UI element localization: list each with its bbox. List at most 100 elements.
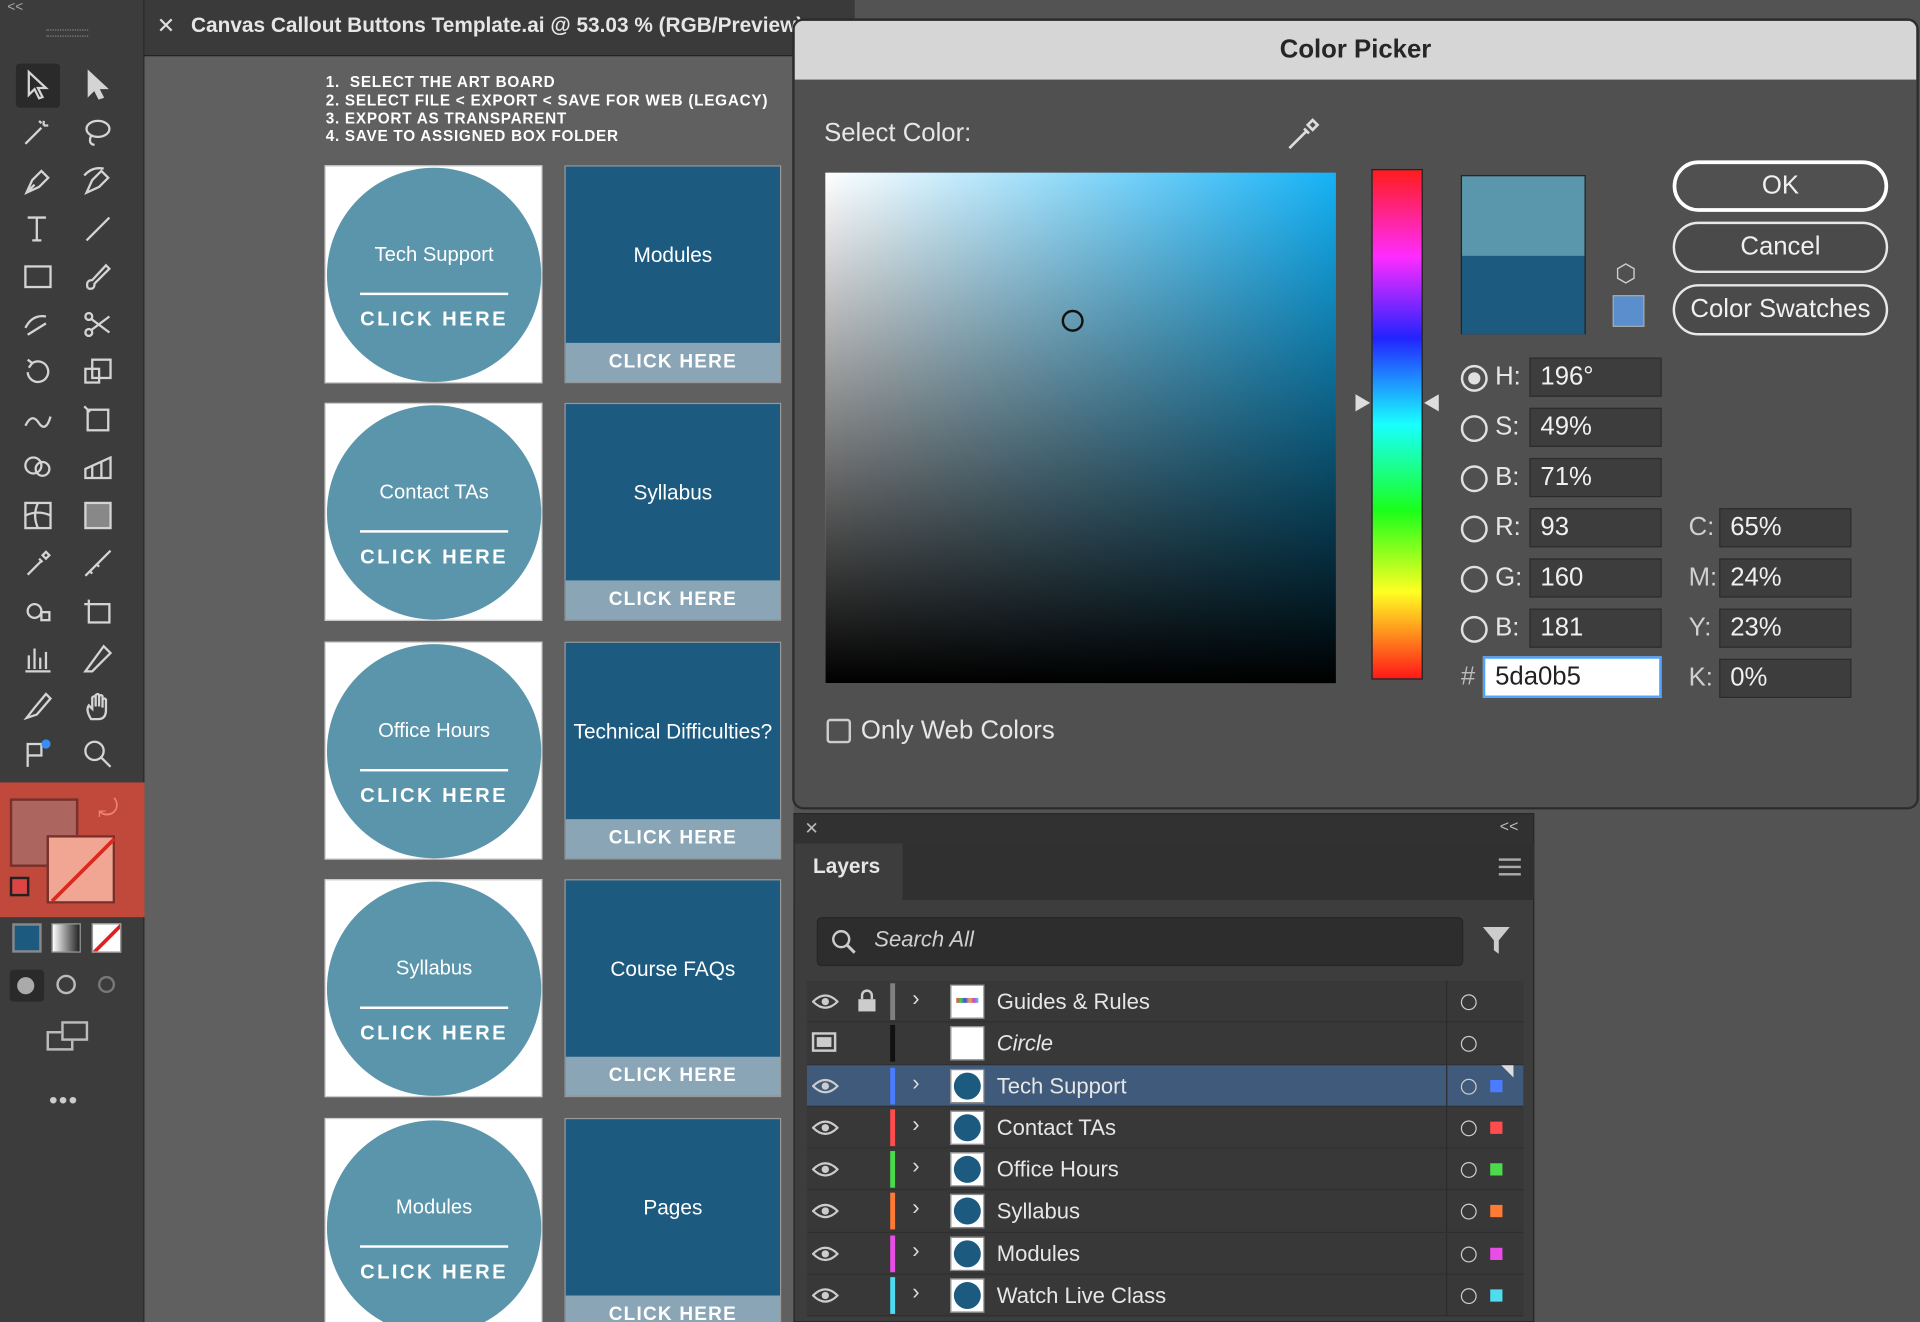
color-mode-button[interactable] [12, 923, 42, 953]
eye-icon[interactable] [811, 1243, 839, 1265]
square-button-artwork[interactable]: Technical Difficulties? CLICK HERE [564, 641, 782, 860]
layer-row[interactable]: › Contact TAs [806, 1106, 1524, 1149]
eye-icon[interactable] [811, 1159, 839, 1181]
tab-layers[interactable]: Layers [794, 843, 903, 901]
expand-chevron-icon[interactable]: › [912, 1112, 919, 1138]
symbol-sprayer-tool[interactable] [16, 589, 60, 633]
mesh-tool[interactable] [16, 493, 60, 537]
layer-row[interactable]: › Watch Live Class [806, 1274, 1524, 1317]
h-radio[interactable] [1460, 364, 1488, 392]
edit-toolbar-icon[interactable]: ••• [49, 1087, 78, 1115]
s-radio[interactable] [1460, 415, 1488, 443]
expand-chevron-icon[interactable]: › [912, 1280, 919, 1306]
filter-icon[interactable] [1482, 924, 1511, 956]
warp-tool[interactable] [16, 398, 60, 442]
perspective-grid-tool[interactable] [76, 446, 120, 490]
target-circle-icon[interactable] [1460, 1246, 1477, 1263]
target-circle-icon[interactable] [1460, 1078, 1477, 1095]
gradient-tool[interactable] [76, 493, 120, 537]
hue-slider[interactable] [1371, 168, 1423, 680]
layer-name[interactable]: Modules [997, 1241, 1080, 1267]
layer-row[interactable]: › Tech Support [806, 1064, 1524, 1107]
rotate-tool[interactable] [16, 350, 60, 394]
eye-icon[interactable] [811, 1117, 839, 1139]
expand-chevron-icon[interactable]: › [912, 986, 919, 1012]
slice-tool[interactable] [76, 637, 120, 681]
layers-search[interactable]: Search All [816, 917, 1464, 967]
circle-button-artwork[interactable]: Contact TAs CLICK HERE [324, 402, 543, 621]
line-tool[interactable] [76, 207, 120, 251]
artboard-tool[interactable] [76, 589, 120, 633]
selection-indicator[interactable] [1490, 1247, 1503, 1260]
document-tab[interactable]: ✕ Canvas Callout Buttons Template.ai @ 5… [144, 0, 855, 57]
color-swatches-button[interactable]: Color Swatches [1672, 284, 1889, 336]
hue-slider-handle-right[interactable] [1424, 394, 1439, 412]
lock-toggle[interactable] [856, 1114, 878, 1138]
expand-chevron-icon[interactable]: › [912, 1196, 919, 1222]
lock-toggle[interactable] [856, 1240, 878, 1264]
target-circle-icon[interactable] [1460, 1162, 1477, 1179]
draw-inside-icon[interactable] [97, 975, 116, 994]
square-button-artwork[interactable]: Syllabus CLICK HERE [564, 402, 782, 621]
web-safe-swatch[interactable] [1612, 295, 1645, 327]
circle-button-artwork[interactable]: Syllabus CLICK HERE [324, 879, 543, 1098]
square-button-artwork[interactable]: Pages CLICK HERE [564, 1117, 782, 1322]
layer-name[interactable]: Watch Live Class [997, 1283, 1166, 1309]
swap-fill-stroke-icon[interactable]: ⤾ [98, 796, 118, 824]
h-field[interactable]: 196° [1529, 357, 1662, 397]
blue-field[interactable]: 181 [1529, 608, 1662, 648]
panel-menu-icon[interactable] [1498, 858, 1521, 876]
selection-indicator[interactable] [1490, 1205, 1503, 1218]
stroke-swatch[interactable] [46, 835, 116, 904]
layer-row[interactable]: › Office Hours [806, 1148, 1524, 1191]
artboard-canvas[interactable]: 1. SELECT THE ART BOARD 2. SELECT FILE <… [144, 56, 794, 1322]
m-field[interactable]: 24% [1719, 558, 1852, 598]
layer-name[interactable]: Guides & Rules [997, 989, 1150, 1015]
brightness-radio[interactable] [1460, 465, 1488, 493]
eye-icon[interactable] [811, 1075, 839, 1097]
lock-toggle[interactable] [856, 1156, 878, 1180]
type-tool[interactable] [16, 207, 60, 251]
g-field[interactable]: 160 [1529, 558, 1662, 598]
layer-row[interactable]: Circle [806, 1022, 1524, 1065]
measure-tool[interactable] [76, 541, 120, 585]
expand-chevron-icon[interactable]: › [912, 1238, 919, 1264]
layer-name[interactable]: Circle [997, 1031, 1053, 1057]
target-circle-icon[interactable] [1460, 1204, 1477, 1221]
layer-name[interactable]: Tech Support [997, 1073, 1127, 1099]
s-field[interactable]: 49% [1529, 407, 1662, 447]
target-circle-icon[interactable] [1460, 1120, 1477, 1137]
close-document-icon[interactable]: ✕ [157, 13, 175, 39]
eye-icon[interactable] [811, 991, 839, 1013]
layer-row[interactable]: › Modules [806, 1232, 1524, 1275]
curvature-tool[interactable] [76, 159, 120, 203]
panel-titlebar[interactable]: ✕ << [794, 814, 1534, 844]
circle-button-artwork[interactable]: Office Hours CLICK HERE [324, 641, 543, 860]
r-field[interactable]: 93 [1529, 508, 1662, 548]
layer-name[interactable]: Syllabus [997, 1199, 1080, 1225]
paintbrush-tool[interactable] [76, 255, 120, 299]
collapse-toolbar-icon[interactable]: << [7, 0, 23, 15]
eye-icon[interactable] [811, 1201, 839, 1223]
draw-normal-icon[interactable] [9, 969, 45, 1002]
shaper-tool[interactable] [16, 302, 60, 346]
toolbar-grip[interactable] [46, 29, 89, 37]
lock-toggle[interactable] [856, 1030, 878, 1054]
template-visibility-icon[interactable] [811, 1032, 837, 1053]
selection-indicator[interactable] [1490, 1163, 1503, 1176]
default-fill-stroke-icon[interactable] [9, 876, 30, 897]
expand-chevron-icon[interactable]: › [912, 1154, 919, 1180]
y-field[interactable]: 23% [1719, 608, 1852, 648]
direct-selection-tool[interactable] [76, 64, 120, 108]
original-color-swatch[interactable] [1462, 255, 1585, 335]
ok-button[interactable]: OK [1672, 160, 1889, 212]
only-web-colors-checkbox[interactable] [826, 718, 852, 744]
blue-radio[interactable] [1460, 615, 1488, 643]
circle-button-artwork[interactable]: Modules CLICK HERE [324, 1117, 543, 1322]
puppet-warp-tool[interactable] [16, 732, 60, 776]
out-of-gamut-cube-icon[interactable]: ⬡ [1615, 258, 1636, 289]
rectangle-tool[interactable] [16, 255, 60, 299]
zoom-tool[interactable] [76, 732, 120, 776]
r-radio[interactable] [1460, 515, 1488, 543]
square-button-artwork[interactable]: Modules CLICK HERE [564, 165, 782, 384]
